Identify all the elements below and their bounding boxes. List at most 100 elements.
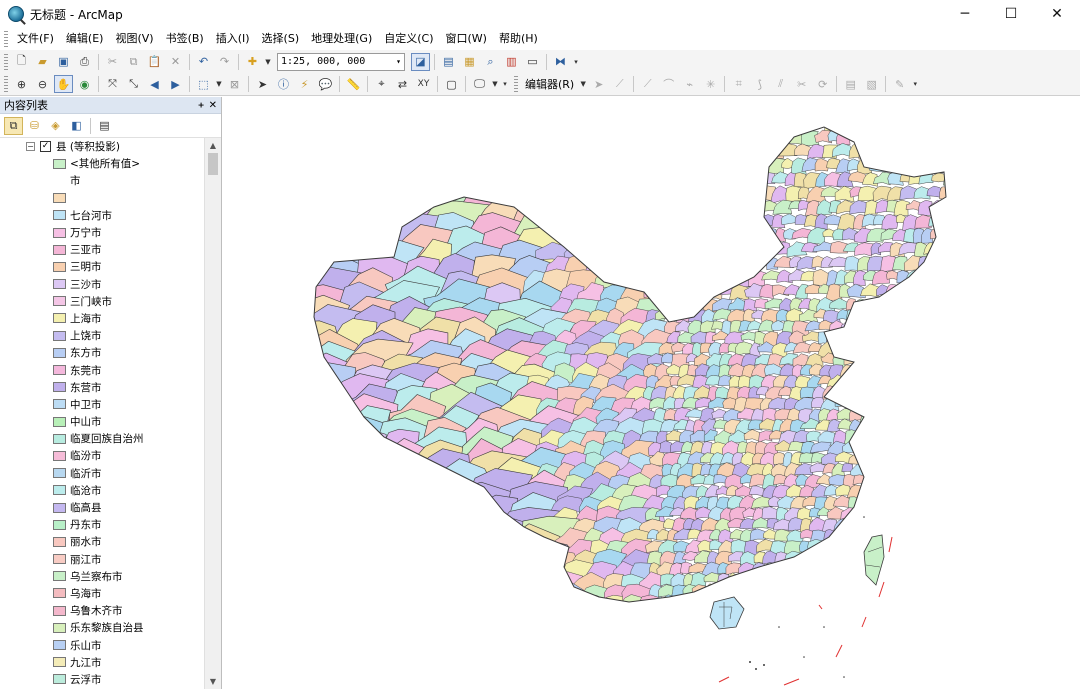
- county-polygon[interactable]: [433, 593, 483, 636]
- county-polygon[interactable]: [846, 583, 859, 595]
- county-polygon[interactable]: [884, 407, 903, 422]
- county-polygon[interactable]: [454, 156, 516, 189]
- county-polygon[interactable]: [463, 589, 534, 637]
- county-polygon[interactable]: [298, 492, 347, 554]
- county-polygon[interactable]: [296, 540, 358, 599]
- county-polygon[interactable]: [730, 144, 744, 158]
- county-polygon[interactable]: [766, 572, 780, 583]
- legend-item[interactable]: 中山市: [0, 413, 203, 430]
- county-polygon[interactable]: [845, 386, 865, 402]
- county-polygon[interactable]: [896, 396, 911, 410]
- county-polygon[interactable]: [861, 506, 876, 518]
- county-polygon[interactable]: [941, 518, 954, 533]
- county-polygon[interactable]: [680, 199, 697, 213]
- county-polygon[interactable]: [910, 441, 927, 458]
- county-polygon[interactable]: [918, 171, 934, 185]
- county-polygon[interactable]: [897, 386, 915, 398]
- county-polygon[interactable]: [339, 592, 410, 637]
- county-polygon[interactable]: [300, 169, 361, 222]
- county-polygon[interactable]: [854, 440, 873, 453]
- county-polygon[interactable]: [916, 130, 936, 147]
- county-polygon[interactable]: [911, 330, 931, 349]
- delete-icon[interactable]: ✕: [166, 53, 185, 71]
- county-polygon[interactable]: [836, 117, 849, 126]
- county-polygon[interactable]: [673, 594, 692, 609]
- pan-hand-icon[interactable]: ✋: [54, 75, 73, 93]
- county-polygon[interactable]: [888, 308, 907, 321]
- county-polygon[interactable]: [944, 550, 961, 564]
- back-arrow-icon[interactable]: ◀: [145, 75, 164, 93]
- county-polygon[interactable]: [816, 199, 832, 216]
- county-polygon[interactable]: [678, 269, 693, 286]
- county-polygon[interactable]: [539, 170, 565, 194]
- county-polygon[interactable]: [914, 539, 934, 555]
- county-polygon[interactable]: [660, 172, 678, 185]
- county-polygon[interactable]: [661, 144, 677, 160]
- county-polygon[interactable]: [893, 353, 914, 369]
- county-polygon[interactable]: [916, 561, 936, 575]
- county-polygon[interactable]: [952, 270, 967, 286]
- county-polygon[interactable]: [338, 415, 391, 459]
- legend-item[interactable]: 市: [0, 172, 203, 189]
- county-polygon[interactable]: [942, 385, 957, 400]
- county-polygon[interactable]: [864, 584, 877, 595]
- county-polygon[interactable]: [947, 117, 960, 127]
- county-polygon[interactable]: [953, 285, 964, 301]
- county-polygon[interactable]: [886, 529, 901, 541]
- county-polygon[interactable]: [919, 116, 939, 129]
- county-polygon[interactable]: [661, 297, 680, 313]
- county-polygon[interactable]: [653, 242, 667, 258]
- county-polygon[interactable]: [928, 584, 946, 600]
- legend-item[interactable]: 临沂市: [0, 465, 203, 482]
- county-polygon[interactable]: [926, 284, 942, 300]
- legend-item[interactable]: 东莞市: [0, 361, 203, 378]
- county-polygon[interactable]: [677, 117, 695, 133]
- county-polygon[interactable]: [351, 182, 404, 229]
- county-polygon[interactable]: [895, 562, 913, 573]
- county-polygon[interactable]: [923, 474, 938, 488]
- legend-color-swatch[interactable]: [53, 261, 66, 272]
- legend-item[interactable]: 上饶市: [0, 327, 203, 344]
- county-polygon[interactable]: [884, 485, 902, 501]
- county-polygon[interactable]: [776, 117, 789, 127]
- county-polygon[interactable]: [747, 158, 760, 172]
- county-polygon[interactable]: [508, 548, 555, 596]
- county-polygon[interactable]: [714, 270, 727, 281]
- county-polygon[interactable]: [894, 283, 911, 296]
- county-polygon[interactable]: [561, 157, 582, 179]
- county-polygon[interactable]: [940, 270, 954, 282]
- county-polygon[interactable]: [872, 594, 889, 607]
- county-polygon[interactable]: [386, 536, 445, 596]
- toc-scrollbar[interactable]: ▲ ▼: [204, 138, 221, 689]
- county-polygon[interactable]: [702, 242, 715, 253]
- county-polygon[interactable]: [331, 156, 391, 218]
- county-polygon[interactable]: [629, 254, 656, 279]
- county-polygon[interactable]: [764, 129, 784, 146]
- county-polygon[interactable]: [822, 385, 838, 401]
- county-polygon[interactable]: [897, 551, 914, 563]
- edit-vertices-icon[interactable]: ⌗: [729, 75, 748, 93]
- county-polygon[interactable]: [942, 528, 958, 541]
- county-polygon[interactable]: [741, 143, 756, 155]
- county-polygon[interactable]: [833, 386, 851, 400]
- toolbar-options-icon[interactable]: ▾: [572, 53, 580, 71]
- legend-item[interactable]: 临汾市: [0, 447, 203, 464]
- county-polygon[interactable]: [468, 142, 527, 191]
- county-polygon[interactable]: [867, 419, 880, 431]
- map-scale-combobox[interactable]: 1:25, 000, 000 ▾: [277, 52, 405, 71]
- collapse-icon[interactable]: −: [26, 142, 35, 152]
- county-polygon[interactable]: [296, 594, 364, 642]
- county-polygon[interactable]: [608, 240, 640, 271]
- county-polygon[interactable]: [881, 561, 899, 579]
- county-polygon[interactable]: [933, 241, 946, 253]
- county-polygon[interactable]: [848, 551, 866, 568]
- legend-item[interactable]: 三亚市: [0, 241, 203, 258]
- county-polygon[interactable]: [739, 256, 755, 271]
- county-polygon[interactable]: [951, 397, 964, 412]
- county-polygon[interactable]: [297, 182, 365, 219]
- county-polygon[interactable]: [727, 157, 742, 176]
- legend-item[interactable]: 东营市: [0, 379, 203, 396]
- county-polygon[interactable]: [861, 374, 883, 388]
- county-polygon[interactable]: [700, 284, 714, 298]
- county-polygon[interactable]: [920, 518, 934, 531]
